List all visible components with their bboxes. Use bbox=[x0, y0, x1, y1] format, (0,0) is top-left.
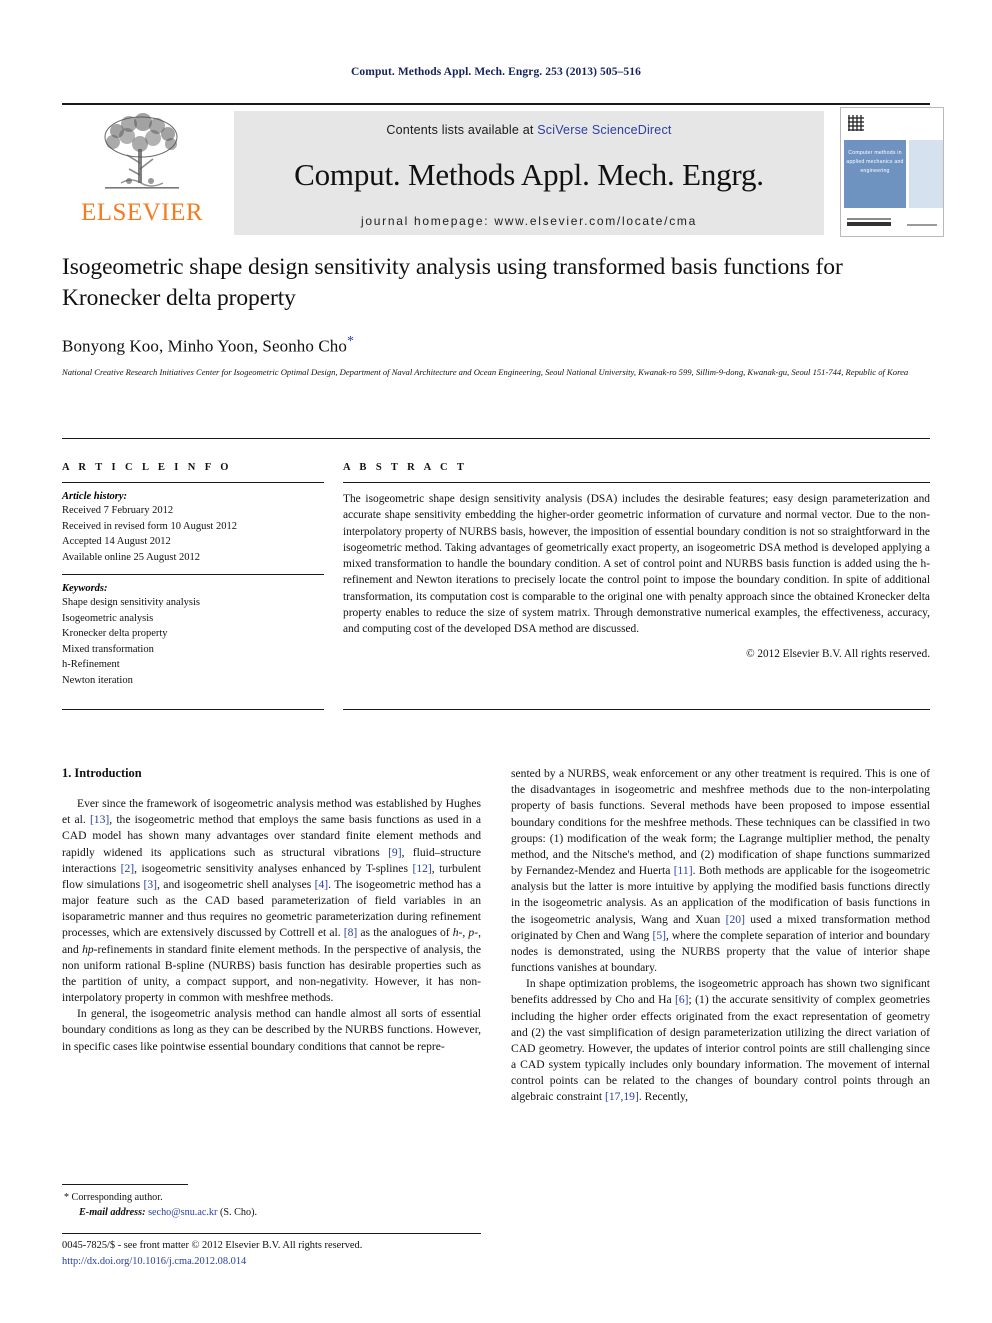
issn-copyright-line: 0045-7825/$ - see front matter © 2012 El… bbox=[62, 1240, 363, 1251]
abstract-label: A B S T R A C T bbox=[343, 462, 468, 473]
running-head: Comput. Methods Appl. Mech. Engrg. 253 (… bbox=[351, 66, 641, 78]
citation-ref-2[interactable]: [2] bbox=[121, 862, 135, 875]
text-run: , isogeometric sensitivity analyses enha… bbox=[134, 861, 413, 875]
abstract-column: A B S T R A C T The isogeometric shape d… bbox=[343, 462, 930, 660]
article-history-label: Article history: bbox=[62, 491, 128, 502]
text-run-italic: p- bbox=[468, 926, 479, 940]
article-info-label: A R T I C L E I N F O bbox=[62, 462, 232, 473]
divider bbox=[343, 482, 930, 483]
keyword-item: Shape design sensitivity analysis bbox=[62, 597, 200, 609]
keywords-label: Keywords: bbox=[62, 583, 108, 595]
divider bbox=[62, 1233, 481, 1234]
corresponding-author-marker: * bbox=[347, 334, 355, 350]
journal-homepage-link[interactable]: journal homepage: www.elsevier.com/locat… bbox=[234, 214, 824, 228]
cover-mark-line bbox=[847, 222, 891, 226]
elsevier-tree-icon bbox=[104, 113, 179, 189]
elsevier-wordmark: ELSEVIER bbox=[80, 199, 204, 226]
citation-ref-6[interactable]: [6] bbox=[675, 993, 689, 1006]
keyword-item: Mixed transformation bbox=[62, 643, 154, 655]
divider bbox=[62, 482, 324, 483]
text-run: , and isogeometric shell analyses bbox=[157, 877, 315, 891]
title-block: Isogeometric shape design sensitivity an… bbox=[62, 252, 930, 379]
citation-ref-9[interactable]: [9] bbox=[388, 846, 402, 859]
article-history-item: Accepted 14 August 2012 bbox=[62, 536, 171, 548]
article-info-column: A R T I C L E I N F O Article history: R… bbox=[62, 462, 324, 688]
sciencedirect-link[interactable]: SciVerse ScienceDirect bbox=[537, 123, 671, 137]
keyword-item: Newton iteration bbox=[62, 674, 133, 686]
cover-qr-icon bbox=[848, 115, 864, 131]
citation-ref-20[interactable]: [20] bbox=[726, 913, 745, 926]
text-run-italic: h- bbox=[452, 926, 463, 940]
journal-masthead: ELSEVIER Contents lists available at Sci… bbox=[62, 103, 944, 239]
citation-ref-11[interactable]: [11] bbox=[674, 864, 693, 877]
body-column-right: sented by a NURBS, weak enforcement or a… bbox=[511, 766, 930, 1106]
paragraph: Ever since the framework of isogeometric… bbox=[62, 796, 481, 1006]
article-first-page: Comput. Methods Appl. Mech. Engrg. 253 (… bbox=[0, 0, 992, 1323]
affiliation: National Creative Research Initiatives C… bbox=[62, 366, 909, 377]
cover-panel bbox=[909, 140, 943, 208]
text-run: ; (1) the accurate sensitivity of comple… bbox=[511, 993, 930, 1104]
abstract-copyright: © 2012 Elsevier B.V. All rights reserved… bbox=[746, 647, 930, 660]
cover-mark-line bbox=[847, 218, 891, 220]
citation-ref-5[interactable]: [5] bbox=[652, 929, 666, 942]
footnote-block: * Corresponding author. E-mail address: … bbox=[62, 1184, 481, 1221]
doi-link[interactable]: http://dx.doi.org/10.1016/j.cma.2012.08.… bbox=[62, 1254, 492, 1270]
citation-ref-3[interactable]: [3] bbox=[143, 878, 157, 891]
paragraph: In shape optimization problems, the isog… bbox=[511, 976, 930, 1105]
elsevier-logo-block: ELSEVIER bbox=[62, 111, 222, 235]
divider bbox=[343, 709, 930, 710]
cover-footer-marks bbox=[847, 218, 891, 228]
journal-cover-thumbnail: Computer methods in applied mechanics an… bbox=[840, 107, 944, 237]
keyword-item: Isogeometric analysis bbox=[62, 612, 154, 624]
text-run: -refinements in standard finite element … bbox=[62, 942, 482, 1005]
article-history-item: Received in revised form 10 August 2012 bbox=[62, 520, 237, 532]
email-owner: (S. Cho). bbox=[219, 1207, 258, 1219]
contents-lists-line: Contents lists available at SciVerse Sci… bbox=[234, 111, 824, 137]
journal-band: Contents lists available at SciVerse Sci… bbox=[234, 111, 824, 235]
email-link[interactable]: secho@snu.ac.kr bbox=[148, 1207, 217, 1218]
author-list: Bonyong Koo, Minho Yoon, Seonho Cho* bbox=[62, 334, 930, 357]
text-run: sented by a NURBS, weak enforcement or a… bbox=[511, 767, 930, 878]
article-history-item: Received 7 February 2012 bbox=[62, 505, 174, 516]
text-run: as the analogues of bbox=[357, 926, 453, 940]
footer-block: 0045-7825/$ - see front matter © 2012 El… bbox=[62, 1238, 492, 1269]
citation-ref-12[interactable]: [12] bbox=[412, 862, 431, 875]
citation-ref-17-19[interactable]: [17,19] bbox=[605, 1090, 639, 1103]
text-run: . Recently, bbox=[638, 1090, 688, 1104]
text-run-italic: hp bbox=[82, 942, 94, 956]
email-note: E-mail address: secho@snu.ac.kr (S. Cho)… bbox=[62, 1205, 481, 1220]
contents-lists-prefix: Contents lists available at bbox=[386, 123, 538, 137]
citation-ref-8[interactable]: [8] bbox=[344, 926, 358, 939]
journal-title: Comput. Methods Appl. Mech. Engrg. bbox=[294, 157, 764, 192]
footnote-star-marker: * bbox=[64, 1192, 69, 1203]
abstract-text: The isogeometric shape design sensitivit… bbox=[343, 493, 930, 636]
section-heading-introduction: 1. Introduction bbox=[62, 766, 142, 780]
divider bbox=[62, 709, 324, 710]
corresponding-author-text: Corresponding author. bbox=[71, 1192, 163, 1203]
corresponding-author-note: * Corresponding author. bbox=[62, 1190, 481, 1205]
citation-ref-13[interactable]: [13] bbox=[90, 813, 109, 826]
divider bbox=[62, 574, 324, 576]
divider bbox=[62, 438, 930, 439]
body-column-left: Ever since the framework of isogeometric… bbox=[62, 796, 481, 1055]
paragraph: In general, the isogeometric analysis me… bbox=[62, 1007, 481, 1053]
divider bbox=[62, 1184, 188, 1185]
cover-footer-mark-right bbox=[907, 224, 937, 226]
article-history-item: Available online 25 August 2012 bbox=[62, 551, 201, 563]
citation-ref-4[interactable]: [4] bbox=[315, 878, 329, 891]
keyword-item: h-Refinement bbox=[62, 659, 120, 671]
cover-title: Computer methods in applied mechanics an… bbox=[844, 140, 906, 208]
keyword-item: Kronecker delta property bbox=[62, 628, 168, 640]
article-title: Isogeometric shape design sensitivity an… bbox=[62, 254, 843, 311]
email-label: E-mail address: bbox=[79, 1207, 146, 1219]
paragraph: sented by a NURBS, weak enforcement or a… bbox=[511, 766, 930, 976]
author-names: Bonyong Koo, Minho Yoon, Seonho Cho bbox=[62, 336, 347, 356]
